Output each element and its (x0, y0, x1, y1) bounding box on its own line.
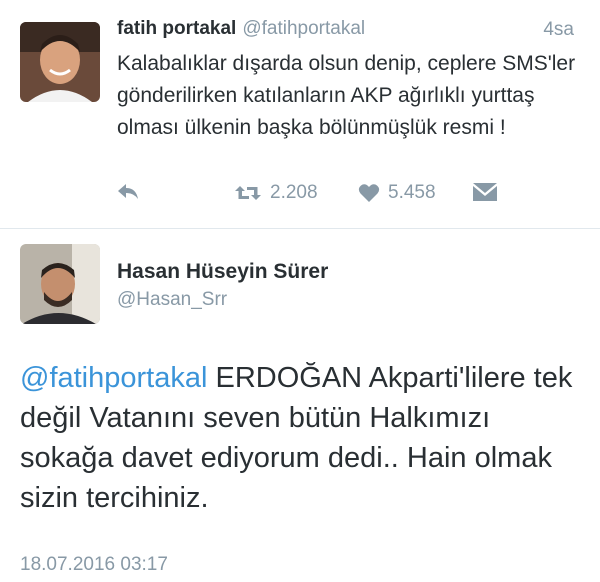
tweet-actions: 2.208 5.458 (0, 182, 600, 208)
reply-tweet-text: @fatihportakal ERDOĞAN Akparti'lilere te… (20, 358, 590, 518)
reply-button[interactable] (116, 182, 140, 202)
tweet-time[interactable]: 4sa (543, 19, 574, 41)
retweet-icon (235, 186, 261, 200)
avatar[interactable] (20, 22, 100, 102)
author-name[interactable]: fatih portakal (117, 18, 236, 39)
direct-message-icon (473, 183, 497, 201)
mention-link[interactable]: @fatihportakal (20, 362, 207, 394)
reply-icon (118, 184, 138, 199)
tweet-header: fatih portakal @fatihportakal (117, 18, 365, 40)
heart-icon (358, 184, 380, 202)
reply-timestamp: 18.07.2016 03:17 (20, 554, 168, 575)
reply-author-handle[interactable]: @Hasan_Srr (117, 289, 227, 311)
direct-message-button[interactable] (472, 182, 498, 202)
retweet-count: 2.208 (270, 182, 318, 203)
like-button[interactable]: 5.458 (358, 182, 436, 204)
tweet-original[interactable]: fatih portakal @fatihportakal 4sa Kalabal… (0, 0, 600, 228)
retweet-button[interactable]: 2.208 (234, 182, 318, 204)
tweet-divider (0, 228, 600, 229)
avatar[interactable] (20, 244, 100, 324)
tweet-text: Kalabalıklar dışarda olsun denip, cepler… (117, 52, 576, 139)
author-handle[interactable]: @fatihportakal (242, 18, 365, 39)
reply-author-name[interactable]: Hasan Hüseyin Sürer (117, 260, 328, 284)
like-count: 5.458 (388, 182, 436, 203)
